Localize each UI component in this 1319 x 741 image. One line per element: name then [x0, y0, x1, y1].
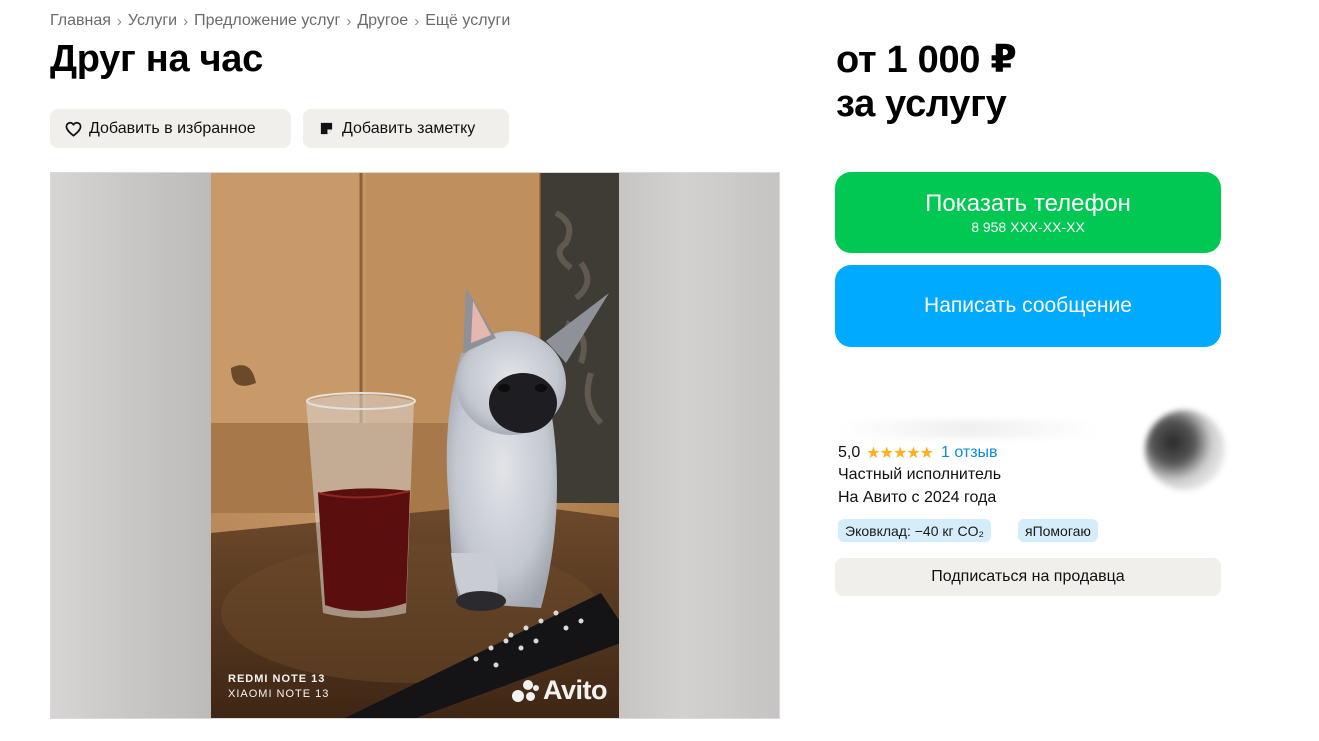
breadcrumb-service-offers[interactable]: Предложение услуг	[194, 12, 340, 30]
listing-photo[interactable]: REDMI NOTE 13 XIAOMI NOTE 13 Avito	[211, 173, 621, 718]
chevron-right-icon: ›	[183, 12, 189, 30]
show-phone-label: Показать телефон	[925, 190, 1131, 217]
subscribe-seller-button[interactable]: Подписаться на продавца	[835, 558, 1221, 596]
seller-since: На Авито с 2024 года	[838, 489, 997, 506]
watermark-device-line-1: REDMI NOTE 13	[228, 673, 326, 685]
add-to-favorites-button[interactable]: Добавить в избранное	[50, 109, 291, 148]
photo-gallery[interactable]: REDMI NOTE 13 XIAOMI NOTE 13 Avito	[50, 172, 780, 719]
chevron-right-icon: ›	[346, 12, 352, 30]
seller-rating: 5,0 ★★★★★ 1 отзыв	[838, 443, 998, 463]
avito-watermark-text: Avito	[543, 675, 608, 705]
page-title: Друг на час	[50, 38, 263, 80]
chevron-right-icon: ›	[414, 12, 420, 30]
gallery-side-blur	[619, 173, 779, 718]
note-icon	[317, 120, 335, 138]
price-amount: от 1 000 ₽	[836, 39, 1017, 81]
heart-icon	[64, 120, 82, 138]
photo-device-watermark: REDMI NOTE 13 XIAOMI NOTE 13	[228, 672, 329, 702]
kitten-photo-illustration	[211, 173, 621, 718]
add-note-button[interactable]: Добавить заметку	[303, 109, 509, 148]
rating-stars-icon: ★★★★★	[866, 445, 934, 462]
seller-type: Частный исполнитель	[838, 466, 1002, 483]
chevron-right-icon: ›	[116, 12, 122, 30]
price-unit: за услугу	[836, 83, 1007, 125]
write-message-button[interactable]: Написать сообщение	[835, 265, 1221, 347]
seller-name-blurred[interactable]	[838, 420, 1098, 438]
watermark-device-line-2: XIAOMI NOTE 13	[228, 688, 330, 700]
ya-pomogayu-badge[interactable]: яПомогаю	[1018, 519, 1098, 542]
price: от 1 000 ₽ за услугу	[836, 38, 1017, 126]
avito-logo-icon	[512, 679, 540, 702]
eco-contribution-badge[interactable]: Эковклад: −40 кг CO₂	[838, 519, 991, 542]
breadcrumb: Главная › Услуги › Предложение услуг › Д…	[50, 12, 510, 30]
show-phone-button[interactable]: Показать телефон 8 958 XXX-XX-XX	[835, 172, 1221, 253]
add-note-label: Добавить заметку	[342, 119, 476, 137]
gallery-side-blur	[51, 173, 211, 718]
breadcrumb-home[interactable]: Главная	[50, 12, 111, 30]
rating-score: 5,0	[838, 444, 861, 461]
masked-phone-number: 8 958 XXX-XX-XX	[971, 219, 1085, 235]
breadcrumb-services[interactable]: Услуги	[128, 12, 177, 30]
seller-avatar[interactable]	[1145, 410, 1225, 490]
avito-watermark: Avito	[512, 675, 608, 706]
breadcrumb-more-services[interactable]: Ещё услуги	[425, 12, 510, 30]
breadcrumb-other[interactable]: Другое	[357, 12, 408, 30]
add-to-favorites-label: Добавить в избранное	[89, 119, 256, 137]
reviews-link[interactable]: 1 отзыв	[941, 444, 998, 462]
